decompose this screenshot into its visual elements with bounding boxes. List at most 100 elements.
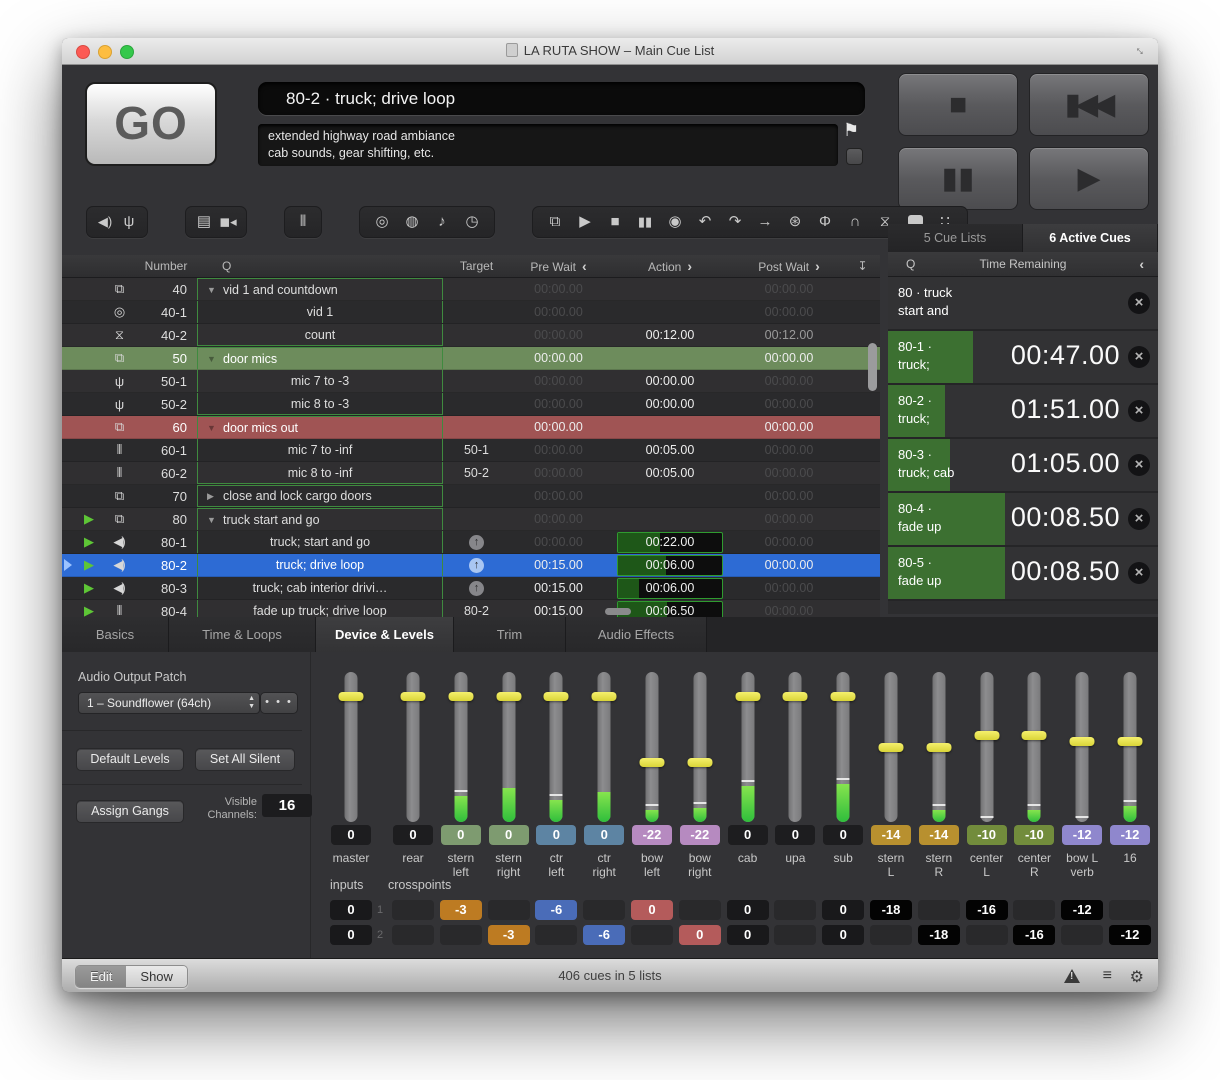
start-cue-icon[interactable]: ▶ xyxy=(575,210,595,234)
cue-row-60[interactable]: ⧉60▼door mics out00:00.0000:00.00 xyxy=(62,416,880,439)
disclosure-triangle[interactable]: ▼ xyxy=(207,515,223,525)
crosspoint-cell[interactable]: -3 xyxy=(440,900,482,920)
target-cue-icon[interactable]: ⊛ xyxy=(785,210,805,234)
notes-field[interactable]: extended highway road ambiance cab sound… xyxy=(258,124,838,166)
record-cue-icon[interactable]: ◎ xyxy=(372,210,392,234)
cue-name-cell[interactable]: ▶close and lock cargo doors xyxy=(197,485,443,507)
fader-handle[interactable] xyxy=(592,692,617,701)
mic-cue-icon[interactable]: ψ xyxy=(119,210,139,234)
crosspoint-cell[interactable] xyxy=(1061,925,1103,945)
default-levels-button[interactable]: Default Levels xyxy=(76,748,184,771)
crosspoint-cell[interactable] xyxy=(1109,900,1151,920)
cue-name-cell[interactable]: ▼vid 1 and countdown xyxy=(197,278,443,300)
tab-audio-effects[interactable]: Audio Effects xyxy=(566,617,707,652)
active-cue-row[interactable]: 80 · truckstart and× xyxy=(888,277,1158,331)
tab-time-loops[interactable]: Time & Loops xyxy=(169,617,316,652)
prewait-cell[interactable]: 00:15.00 xyxy=(510,558,607,572)
prewait-cell[interactable]: 00:00.00 xyxy=(510,328,607,342)
action-cell[interactable]: 00:06.00 xyxy=(607,578,733,599)
fader-handle[interactable] xyxy=(1022,731,1047,740)
flag-icon[interactable]: ⚑ xyxy=(843,120,859,141)
crosspoint-cell[interactable] xyxy=(583,900,625,920)
cue-number[interactable]: 60-2 xyxy=(135,466,197,481)
active-cue-row[interactable]: 80-2 ·truck;01:51.00× xyxy=(888,385,1158,439)
clock-cue-icon[interactable]: ◷ xyxy=(462,210,482,234)
cue-row-40-2[interactable]: ⧖40-2count00:00.0000:12.0000:12.00 xyxy=(62,324,880,347)
cue-row-40[interactable]: ⧉40▼vid 1 and countdown00:00.0000:00.00 xyxy=(62,278,880,301)
level-value[interactable]: -12 xyxy=(1110,825,1150,845)
cue-number[interactable]: 40-2 xyxy=(135,328,197,343)
crosspoint-cell[interactable]: -18 xyxy=(918,925,960,945)
disclosure-triangle[interactable]: ▼ xyxy=(207,423,223,433)
cue-row-50[interactable]: ⧉50▼door mics00:00.0000:00.00 xyxy=(62,347,880,370)
fader-handle[interactable] xyxy=(926,743,951,752)
fader-handle[interactable] xyxy=(544,692,569,701)
crosspoint-cell[interactable]: 0 xyxy=(330,925,372,945)
active-cue-row[interactable]: 80-4 ·fade up00:08.50× xyxy=(888,493,1158,547)
crosspoint-cell[interactable]: -6 xyxy=(535,900,577,920)
crosspoint-cell[interactable] xyxy=(774,925,816,945)
fader-handle[interactable] xyxy=(1070,737,1095,746)
col-prewait[interactable]: Pre Wait‹ xyxy=(510,258,607,274)
target-cell[interactable]: ↑ xyxy=(443,580,510,596)
power-cue-icon[interactable]: Φ xyxy=(815,210,835,234)
prewait-cell[interactable]: 00:00.00 xyxy=(510,535,607,549)
action-cell[interactable]: 00:22.00 xyxy=(607,532,733,553)
cue-number[interactable]: 60 xyxy=(135,420,197,435)
cue-number[interactable]: 60-1 xyxy=(135,443,197,458)
cue-table-header[interactable]: Number Q Target Pre Wait‹ Action› Post W… xyxy=(62,255,880,278)
level-value[interactable]: 0 xyxy=(489,825,529,845)
col-q[interactable]: Q xyxy=(197,259,443,273)
flag-toggle-button[interactable] xyxy=(846,148,863,165)
postwait-cell[interactable]: 00:00.00 xyxy=(733,351,845,365)
disclosure-triangle[interactable]: ▼ xyxy=(207,285,223,295)
headphones-cue-icon[interactable]: ∩ xyxy=(845,210,865,234)
prewait-cell[interactable]: 00:00.00 xyxy=(510,489,607,503)
col-postwait[interactable]: Post Wait› xyxy=(733,258,845,274)
cue-row-50-1[interactable]: ψ50-1mic 7 to -300:00.0000:00.0000:00.00 xyxy=(62,370,880,393)
cue-number[interactable]: 40-1 xyxy=(135,305,197,320)
tab-active-cues[interactable]: 6 Active Cues xyxy=(1023,224,1158,252)
stop-button[interactable]: ■ xyxy=(898,73,1018,136)
cue-number[interactable]: 80-3 xyxy=(135,581,197,596)
set-all-silent-button[interactable]: Set All Silent xyxy=(195,748,295,771)
crosspoint-cell[interactable]: 0 xyxy=(822,900,864,920)
crosspoint-cell[interactable]: 0 xyxy=(727,900,769,920)
fader-handle[interactable] xyxy=(879,743,904,752)
level-value[interactable]: 0 xyxy=(775,825,815,845)
level-value[interactable]: 0 xyxy=(728,825,768,845)
postwait-cell[interactable]: 00:00.00 xyxy=(733,604,845,618)
level-value[interactable]: -22 xyxy=(680,825,720,845)
assign-gangs-button[interactable]: Assign Gangs xyxy=(76,800,184,823)
fader-handle[interactable] xyxy=(640,758,665,767)
undo-icon[interactable]: ↶ xyxy=(695,210,715,234)
prewait-cell[interactable]: 00:00.00 xyxy=(510,282,607,296)
prewait-cell[interactable]: 00:00.00 xyxy=(510,351,607,365)
cue-number[interactable]: 50 xyxy=(135,351,197,366)
cue-name-cell[interactable]: mic 7 to -inf xyxy=(197,439,443,461)
cue-number[interactable]: 80 xyxy=(135,512,197,527)
fader-track[interactable] xyxy=(693,672,706,822)
crosspoint-cell[interactable]: -6 xyxy=(583,925,625,945)
fader-handle[interactable] xyxy=(496,692,521,701)
cue-row-60-2[interactable]: ⫴60-2mic 8 to -inf50-200:00.0000:05.0000… xyxy=(62,462,880,485)
fader-handle[interactable] xyxy=(687,758,712,767)
action-cell[interactable]: 00:00.00 xyxy=(607,374,733,388)
col-action[interactable]: Action› xyxy=(607,258,733,274)
fader-handle[interactable] xyxy=(448,692,473,701)
cue-name-cell[interactable]: mic 8 to -3 xyxy=(197,393,443,415)
crosspoint-cell[interactable] xyxy=(631,925,673,945)
prewait-cell[interactable]: 00:00.00 xyxy=(510,466,607,480)
cue-row-80[interactable]: ▶⧉80▼truck start and go00:00.0000:00.00 xyxy=(62,508,880,531)
postwait-cell[interactable]: 00:00.00 xyxy=(733,535,845,549)
tab-device-levels[interactable]: Device & Levels xyxy=(316,617,454,652)
level-value[interactable]: -12 xyxy=(1062,825,1102,845)
chevron-left-icon[interactable]: ‹ xyxy=(1139,256,1144,272)
action-cell[interactable]: 00:12.00 xyxy=(607,328,733,342)
cue-number[interactable]: 80-2 xyxy=(135,558,197,573)
go-button[interactable]: GO xyxy=(85,82,217,166)
level-value[interactable]: -10 xyxy=(1014,825,1054,845)
cue-row-80-3[interactable]: ▶◀)80-3truck; cab interior drivi…↑00:15.… xyxy=(62,577,880,600)
fader-handle[interactable] xyxy=(974,731,999,740)
crosspoint-cell[interactable]: -12 xyxy=(1109,925,1151,945)
